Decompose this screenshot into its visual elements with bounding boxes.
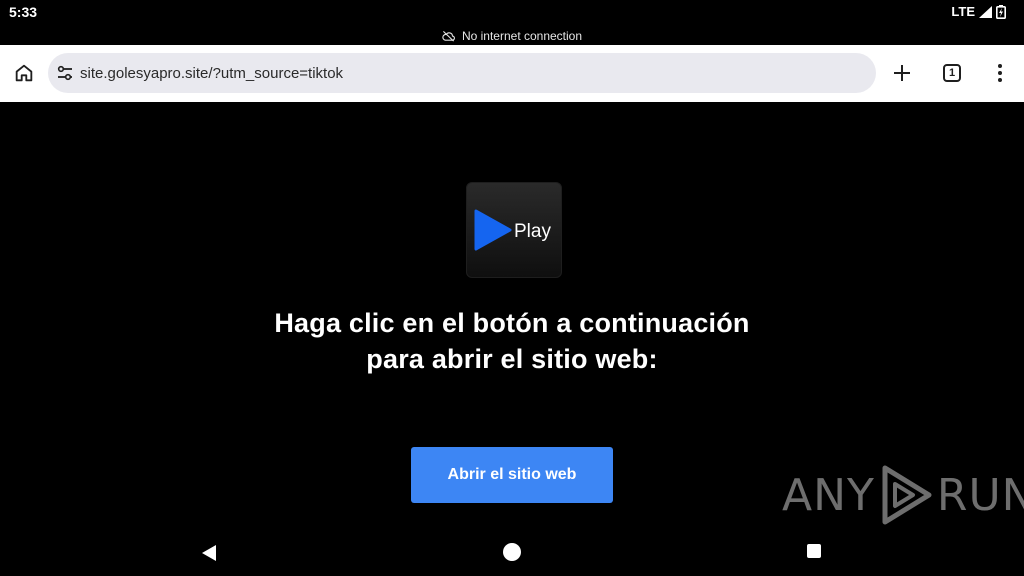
new-tab-button[interactable] xyxy=(890,61,914,85)
status-icons: LTE xyxy=(951,4,1006,19)
more-vert-icon xyxy=(998,64,1002,82)
back-icon[interactable] xyxy=(200,544,218,562)
network-type: LTE xyxy=(951,4,975,19)
android-nav-bar xyxy=(0,530,1024,576)
url-text: site.golesyapro.site/?utm_source=tiktok xyxy=(80,64,344,82)
browser-toolbar: site.golesyapro.site/?utm_source=tiktok … xyxy=(0,45,1024,102)
battery-icon xyxy=(996,4,1006,19)
tab-switcher-button[interactable]: 1 xyxy=(940,61,964,85)
offline-notice: No internet connection xyxy=(0,26,1024,45)
open-website-button[interactable]: Abrir el sitio web xyxy=(411,447,613,503)
play-logo-text: Play xyxy=(514,221,551,242)
tune-icon xyxy=(57,65,72,81)
signal-icon xyxy=(979,5,992,18)
url-bar[interactable]: site.golesyapro.site/?utm_source=tiktok xyxy=(48,53,876,93)
plus-icon xyxy=(894,65,910,81)
home-icon xyxy=(15,64,33,82)
watermark-text-right: RUN xyxy=(936,469,1024,521)
watermark-play-icon xyxy=(882,465,932,525)
watermark-text-left: ANY xyxy=(782,469,875,521)
anyrun-watermark: ANY RUN xyxy=(782,464,1024,526)
status-time: 5:33 xyxy=(9,4,38,20)
page-headline: Haga clic en el botón a continuación par… xyxy=(274,308,750,374)
tab-switcher-icon: 1 xyxy=(943,64,961,82)
site-settings-button[interactable] xyxy=(56,64,74,82)
play-logo: Play xyxy=(466,182,562,278)
status-bar: 5:33 LTE xyxy=(0,0,1024,26)
play-triangle-icon xyxy=(474,209,512,251)
home-button[interactable] xyxy=(11,60,37,86)
cloud-off-icon xyxy=(442,30,455,42)
offline-text: No internet connection xyxy=(461,28,583,43)
more-menu-button[interactable] xyxy=(988,61,1012,85)
home-circle-icon[interactable] xyxy=(503,543,521,561)
recents-icon[interactable] xyxy=(807,544,821,558)
